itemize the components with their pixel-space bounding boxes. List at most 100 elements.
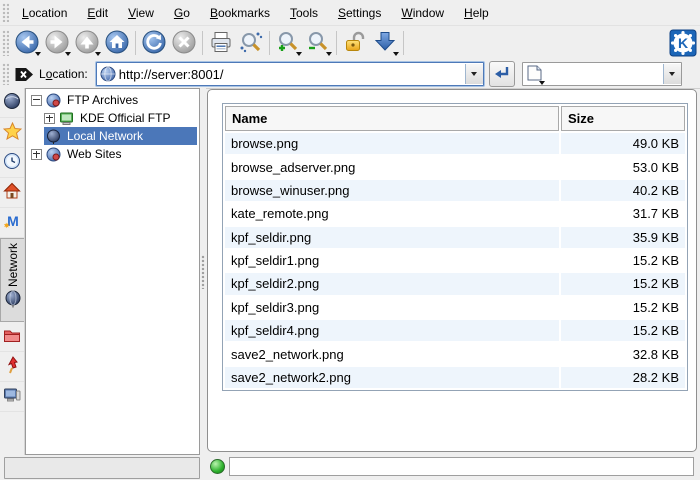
sidebar-tab-history[interactable] [0, 148, 24, 178]
stop-button[interactable] [169, 28, 199, 58]
sidebar-statusbar-segment [4, 457, 200, 479]
menu-help[interactable]: Help [454, 2, 499, 24]
file-size: 32.8 KB [561, 343, 685, 364]
menu-bookmarks[interactable]: Bookmarks [200, 2, 280, 24]
table-row: kpf_seldir3.png15.2 KB [225, 297, 685, 318]
toolbar-separator [269, 31, 270, 55]
file-name: kpf_seldir2.png [225, 273, 559, 294]
table-row: browse.png49.0 KB [225, 133, 685, 154]
home-button[interactable] [102, 28, 132, 58]
directory-listing-view: Name Size browse.png49.0 KB browse_adser… [207, 89, 697, 452]
menu-window[interactable]: Window [391, 2, 454, 24]
globe-dark-icon [3, 92, 21, 113]
menu-location[interactable]: Location [12, 2, 77, 24]
svg-text:K: K [678, 35, 688, 51]
toolbar-grip[interactable] [2, 30, 9, 57]
file-name: kpf_seldir.png [225, 227, 559, 248]
location-label: Location: [39, 67, 88, 81]
zoom-button[interactable] [236, 28, 266, 58]
file-size: 15.2 KB [561, 297, 685, 318]
forward-button[interactable] [42, 28, 72, 58]
clear-location-button[interactable] [14, 66, 35, 83]
metabar-m-icon: M [3, 212, 21, 233]
security-lock-button[interactable] [340, 28, 370, 58]
network-globe-icon [4, 290, 22, 311]
red-arrow-icon [4, 356, 20, 377]
file-size: 53.0 KB [561, 156, 685, 177]
file-name: kate_remote.png [225, 203, 559, 224]
go-button[interactable] [489, 61, 515, 87]
toolbar-grip[interactable] [2, 63, 9, 85]
expand-expander-icon[interactable] [44, 113, 55, 124]
table-row: save2_network2.png28.2 KB [225, 367, 685, 388]
reload-button[interactable] [139, 28, 169, 58]
location-combobox[interactable] [96, 62, 484, 86]
menu-go[interactable]: Go [164, 2, 200, 24]
sidebar-tab-root-folder[interactable] [0, 322, 24, 352]
sidebar-tab-web-browser[interactable] [0, 88, 24, 118]
toolbar-separator [403, 31, 404, 55]
zoom-in-button[interactable] [273, 28, 303, 58]
lock-open-icon [342, 29, 368, 58]
file-table: Name Size browse.png49.0 KB browse_adser… [222, 103, 688, 391]
splitter-grip [201, 255, 205, 289]
chevron-down-icon [393, 52, 399, 56]
table-header-row: Name Size [225, 106, 685, 131]
menu-edit[interactable]: Edit [77, 2, 118, 24]
sidebar-tab-media-player[interactable] [0, 382, 24, 412]
secondary-dropdown-button[interactable] [663, 64, 681, 84]
table-row: kpf_seldir4.png15.2 KB [225, 320, 685, 341]
file-name: kpf_seldir4.png [225, 320, 559, 341]
up-button[interactable] [72, 28, 102, 58]
zoom-out-button[interactable] [303, 28, 333, 58]
column-header-name: Name [225, 106, 559, 131]
sidebar-tab-bookmarks[interactable] [0, 118, 24, 148]
tree-item-local-network-selected[interactable]: Local Network [44, 127, 197, 145]
go-icon [493, 65, 511, 84]
view-statusbar [207, 455, 697, 478]
menu-bar: Location Edit View Go Bookmarks Tools Se… [0, 0, 700, 26]
tree-item-web-sites[interactable]: Web Sites [26, 145, 199, 163]
menu-view[interactable]: View [118, 2, 164, 24]
sidebar-tab-network-active[interactable]: Network [0, 238, 24, 322]
toolbar-grip[interactable] [2, 3, 9, 23]
download-button[interactable] [370, 28, 400, 58]
location-input[interactable] [119, 67, 465, 82]
menu-tools[interactable]: Tools [280, 2, 328, 24]
sidebar-tree-panel: FTP Archives KDE Official FTP Local Netw… [25, 88, 200, 455]
table-row: browse_winuser.png40.2 KB [225, 180, 685, 201]
back-button[interactable] [12, 28, 42, 58]
main-toolbar: K [0, 26, 700, 61]
kde-ftp-icon [59, 111, 74, 126]
network-tab-label: Network [6, 243, 20, 287]
secondary-combobox[interactable] [522, 62, 682, 86]
table-row: save2_network.png32.8 KB [225, 343, 685, 364]
svg-text:M: M [7, 213, 19, 229]
kde-logo[interactable]: K [669, 29, 697, 57]
panel-splitter[interactable] [200, 88, 206, 455]
menu-settings[interactable]: Settings [328, 2, 391, 24]
toolbar-separator [336, 31, 337, 55]
monitor-icon [3, 387, 21, 406]
chevron-down-icon [539, 81, 545, 85]
chevron-down-icon [65, 52, 71, 56]
table-row: browse_adserver.png53.0 KB [225, 156, 685, 177]
active-view-led-icon [210, 459, 225, 474]
tree-item-ftp-archives[interactable]: FTP Archives [26, 91, 199, 109]
collapse-expander-icon[interactable] [31, 95, 42, 106]
home-icon [104, 29, 130, 58]
globe-icon [100, 66, 116, 82]
print-button[interactable] [206, 28, 236, 58]
statusbar-message-field [229, 457, 694, 476]
tree-item-kde-official-ftp[interactable]: KDE Official FTP [26, 109, 199, 127]
expand-expander-icon[interactable] [31, 149, 42, 160]
file-size: 31.7 KB [561, 203, 685, 224]
location-dropdown-button[interactable] [465, 64, 483, 84]
file-name: browse.png [225, 133, 559, 154]
sidebar-tab-metabar[interactable]: M [0, 208, 24, 238]
sidebar-tab-home-folder[interactable] [0, 178, 24, 208]
table-row: kpf_seldir.png35.9 KB [225, 227, 685, 248]
file-name: kpf_seldir3.png [225, 297, 559, 318]
house-icon [3, 182, 21, 203]
sidebar-tab-services[interactable] [0, 352, 24, 382]
